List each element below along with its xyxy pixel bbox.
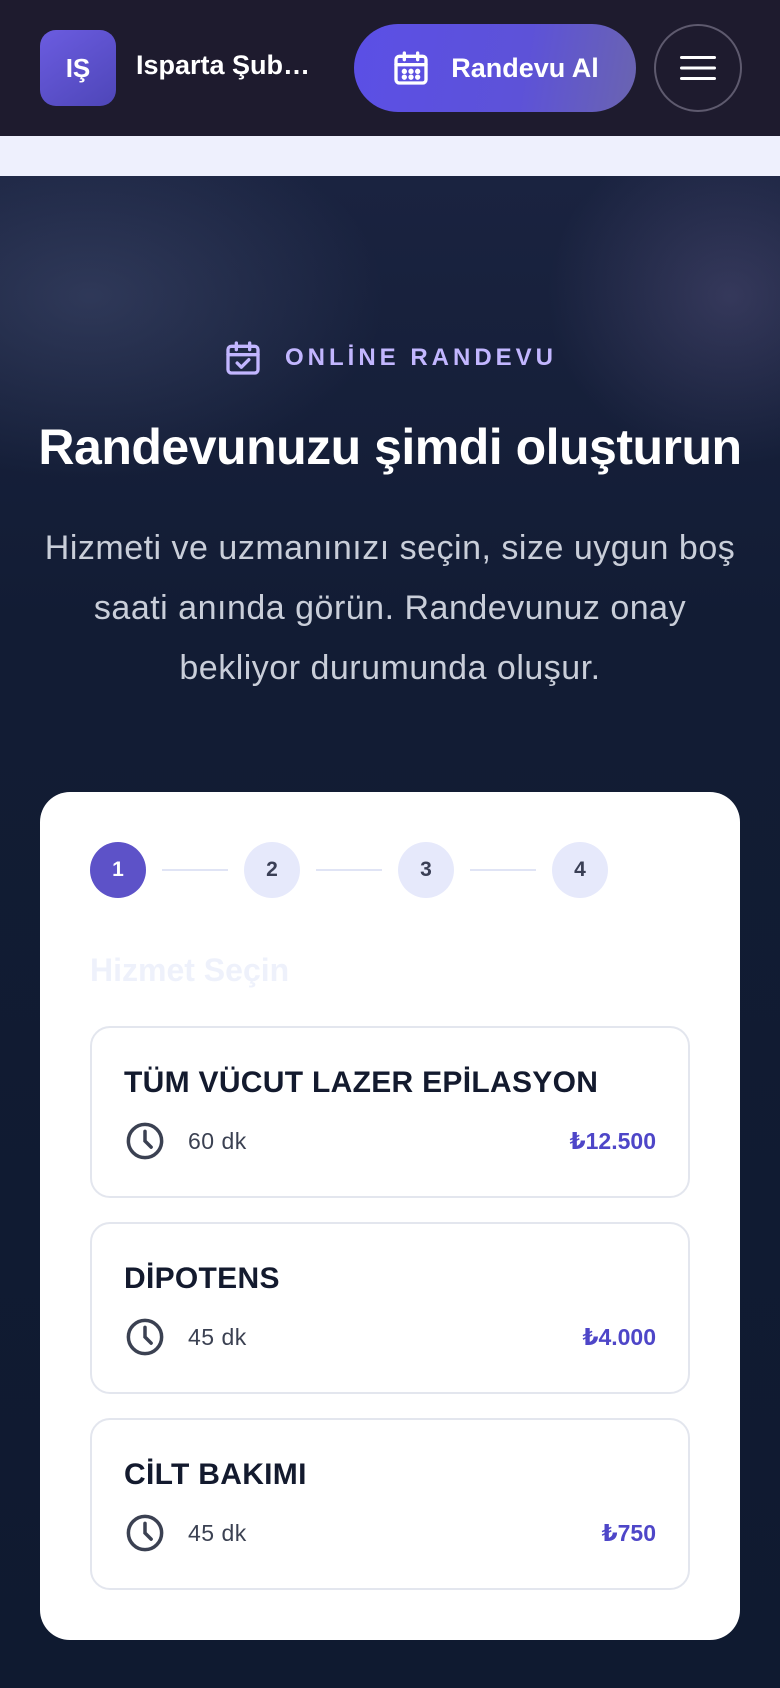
service-name: CİLT BAKIMI (124, 1458, 307, 1491)
service-name: TÜM VÜCUT LAZER EPİLASYON (124, 1066, 599, 1099)
service-option[interactable]: DİPOTENS 45 dk ₺4.000 (90, 1222, 690, 1394)
clock-icon (126, 1122, 164, 1160)
book-appointment-button[interactable]: Randevu Al (354, 24, 636, 112)
step-number: 1 (112, 858, 124, 881)
book-appointment-label: Randevu Al (451, 52, 599, 83)
page-subtitle: Hizmeti ve uzmanınızı seçin, size uygun … (44, 529, 736, 687)
hamburger-icon (680, 56, 716, 80)
clock-icon (126, 1318, 164, 1356)
service-price: ₺12.500 (569, 1128, 656, 1154)
service-price: ₺750 (601, 1520, 656, 1546)
step-number: 2 (266, 858, 278, 881)
service-name: DİPOTENS (124, 1262, 280, 1295)
service-option[interactable]: CİLT BAKIMI 45 dk ₺750 (90, 1418, 690, 1590)
header-divider-strip (0, 136, 780, 176)
clock-icon (126, 1514, 164, 1552)
step-connector (162, 869, 228, 871)
brand-logo[interactable]: IŞ (40, 30, 116, 106)
step-number: 4 (574, 858, 586, 881)
menu-button[interactable] (654, 24, 742, 112)
section-heading: Hizmet Seçin (90, 952, 290, 988)
logo-initials: IŞ (65, 52, 91, 83)
calendar-check-icon (226, 341, 260, 375)
step-2[interactable]: 2 (244, 842, 300, 898)
step-connector (316, 869, 382, 871)
hero-eyebrow: ONLİNE RANDEVU (0, 338, 780, 378)
brand-name[interactable]: Isparta Şubesi (136, 50, 314, 81)
step-number: 3 (420, 858, 432, 881)
step-3[interactable]: 3 (398, 842, 454, 898)
step-connector (470, 869, 536, 871)
eyebrow-text: ONLİNE RANDEVU (284, 344, 557, 371)
site-header: IŞ Isparta Şubesi Randevu Al (0, 0, 780, 136)
step-4[interactable]: 4 (552, 842, 608, 898)
service-duration: 45 dk (188, 1324, 247, 1350)
calendar-icon (394, 51, 428, 85)
booking-card: 1 2 3 4 Hizmet Seçin TÜM VÜCUT LAZER EPİ… (40, 792, 740, 1640)
service-duration: 60 dk (188, 1128, 247, 1154)
service-option[interactable]: TÜM VÜCUT LAZER EPİLASYON 60 dk ₺12.500 (90, 1026, 690, 1198)
service-price: ₺4.000 (582, 1324, 656, 1350)
step-1[interactable]: 1 (90, 842, 146, 898)
page-title: Randevunuzu şimdi oluşturun (38, 419, 742, 475)
service-duration: 45 dk (188, 1520, 247, 1546)
